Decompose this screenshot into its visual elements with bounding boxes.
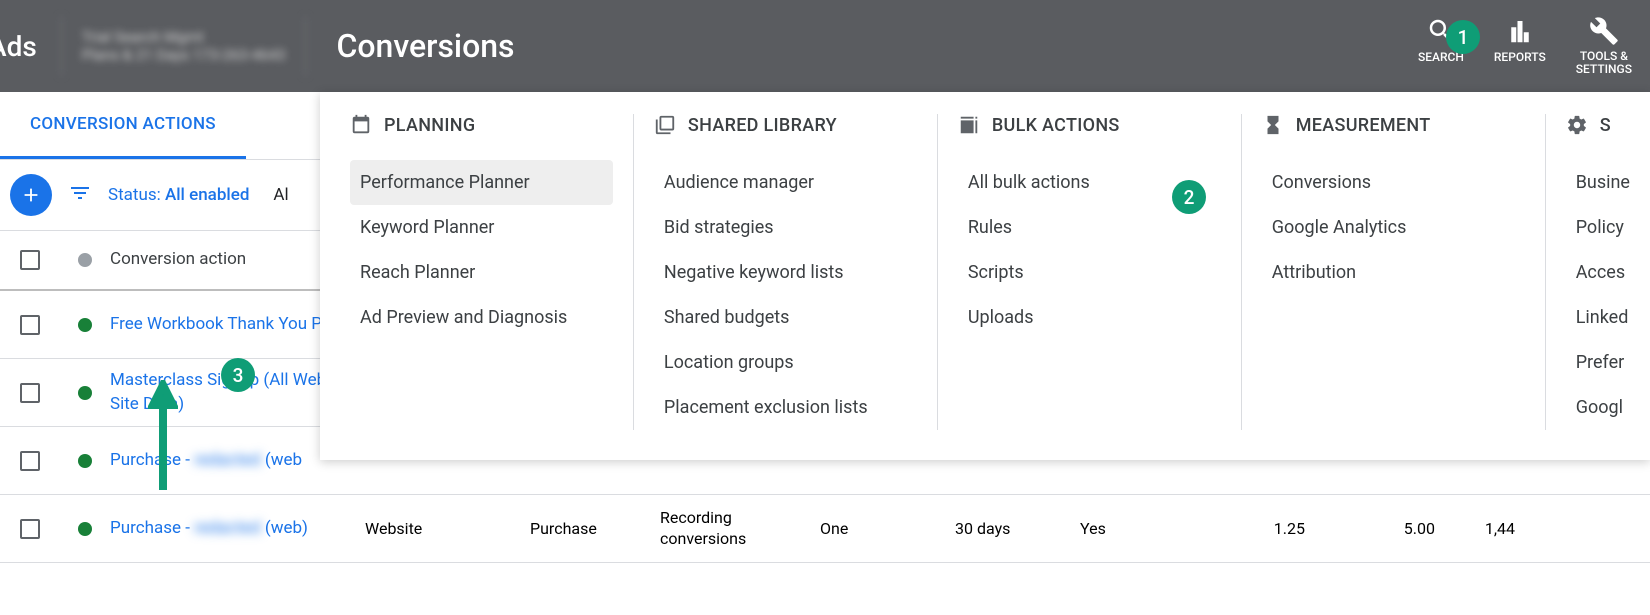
status-header-dot [78,253,92,267]
menu-col-bulk: BULK ACTIONS All bulk actions Rules Scri… [938,114,1242,430]
menu-access[interactable]: Acces [1566,250,1640,295]
status-enabled-dot [78,454,92,468]
menu-negative-keywords[interactable]: Negative keyword lists [654,250,917,295]
cell-status-text: Recording conversions [660,508,820,550]
menu-col-setup: S Busine Policy Acces Linked Prefer Goog… [1546,114,1640,430]
row-checkbox[interactable] [20,519,40,539]
menu-google[interactable]: Googl [1566,385,1640,430]
menu-col-shared: SHARED LIBRARY Audience manager Bid stra… [634,114,938,430]
account-name: Trial Search Mgmt [82,28,286,46]
cell-source: Website [365,519,530,538]
gear-icon [1566,114,1588,136]
status-enabled-dot [78,386,92,400]
conversion-link[interactable]: Purchase - redacted (web) [110,517,365,541]
annotation-arrow-icon [148,380,178,490]
app-header: Ads Trial Search Mgmt Plans & 21 Days 17… [0,0,1650,92]
menu-col-measurement: MEASUREMENT Conversions Google Analytics… [1242,114,1546,430]
menu-location-groups[interactable]: Location groups [654,340,917,385]
cell-all-conv: 5.00 [1325,519,1455,538]
stack-icon [958,114,980,136]
menu-bid-strategies[interactable]: Bid strategies [654,205,917,250]
status-enabled-dot [78,522,92,536]
row-checkbox[interactable] [20,383,40,403]
menu-placement-exclusion[interactable]: Placement exclusion lists [654,385,917,430]
menu-heading-measurement: MEASUREMENT [1262,114,1525,136]
add-conversion-button[interactable] [10,174,52,216]
menu-linked[interactable]: Linked [1566,295,1640,340]
reports-button[interactable]: REPORTS [1494,16,1546,76]
hourglass-icon [1262,114,1284,136]
row-checkbox[interactable] [20,315,40,335]
account-selector[interactable]: Trial Search Mgmt Plans & 21 Days 173-26… [61,16,307,76]
cell-include: Yes [1080,519,1185,538]
wrench-icon [1589,16,1619,46]
menu-keyword-planner[interactable]: Keyword Planner [350,205,613,250]
menu-attribution[interactable]: Attribution [1262,250,1525,295]
bar-chart-icon [1505,16,1535,46]
menu-heading-bulk: BULK ACTIONS [958,114,1221,136]
funnel-icon [68,181,92,205]
library-icon [654,114,676,136]
status-filter[interactable]: Status: All enabled [108,185,249,205]
tab-conversion-actions[interactable]: CONVERSION ACTIONS [0,92,246,159]
menu-heading-shared: SHARED LIBRARY [654,114,917,136]
row-checkbox[interactable] [20,451,40,471]
table-row: Purchase - redacted (web) Website Purcha… [0,495,1650,563]
status-prefix: Status: [108,185,165,205]
logo: Ads [0,30,61,63]
menu-google-analytics[interactable]: Google Analytics [1262,205,1525,250]
account-id: Plans & 21 Days 173-263-4643 [82,46,286,64]
menu-ad-preview[interactable]: Ad Preview and Diagnosis [350,295,613,340]
menu-performance-planner[interactable]: Performance Planner [350,160,613,205]
annotation-badge-1: 1 [1446,20,1480,54]
annotation-badge-2: 2 [1172,180,1206,214]
menu-heading-planning: PLANNING [350,114,613,136]
cell-window: 30 days [955,519,1080,538]
annotation-badge-3: 3 [221,358,255,392]
menu-business[interactable]: Busine [1566,160,1640,205]
page-title: Conversions [336,27,514,65]
menu-uploads[interactable]: Uploads [958,295,1221,340]
cell-last: 1,44 [1455,519,1515,538]
tools-settings-button[interactable]: TOOLS & SETTINGS [1576,16,1632,76]
tools-label: TOOLS & SETTINGS [1576,50,1632,76]
menu-conversions[interactable]: Conversions [1262,160,1525,205]
cell-repeat-rate: 1.25 [1185,519,1325,538]
cell-category: Purchase [530,519,660,538]
menu-scripts[interactable]: Scripts [958,250,1221,295]
menu-preferences[interactable]: Prefer [1566,340,1640,385]
menu-shared-budgets[interactable]: Shared budgets [654,295,917,340]
menu-reach-planner[interactable]: Reach Planner [350,250,613,295]
calendar-icon [350,114,372,136]
tools-megamenu: PLANNING Performance Planner Keyword Pla… [320,92,1650,460]
reports-label: REPORTS [1494,50,1546,64]
menu-heading-setup: S [1566,114,1640,136]
cell-count: One [820,519,955,538]
status-enabled-dot [78,318,92,332]
menu-policy[interactable]: Policy [1566,205,1640,250]
menu-audience-manager[interactable]: Audience manager [654,160,917,205]
status-value: All enabled [165,185,249,205]
filter-button[interactable] [68,181,92,209]
plus-icon [20,184,42,206]
filter-all[interactable]: Al [273,185,288,205]
select-all-checkbox[interactable] [20,250,40,270]
menu-col-planning: PLANNING Performance Planner Keyword Pla… [330,114,634,430]
